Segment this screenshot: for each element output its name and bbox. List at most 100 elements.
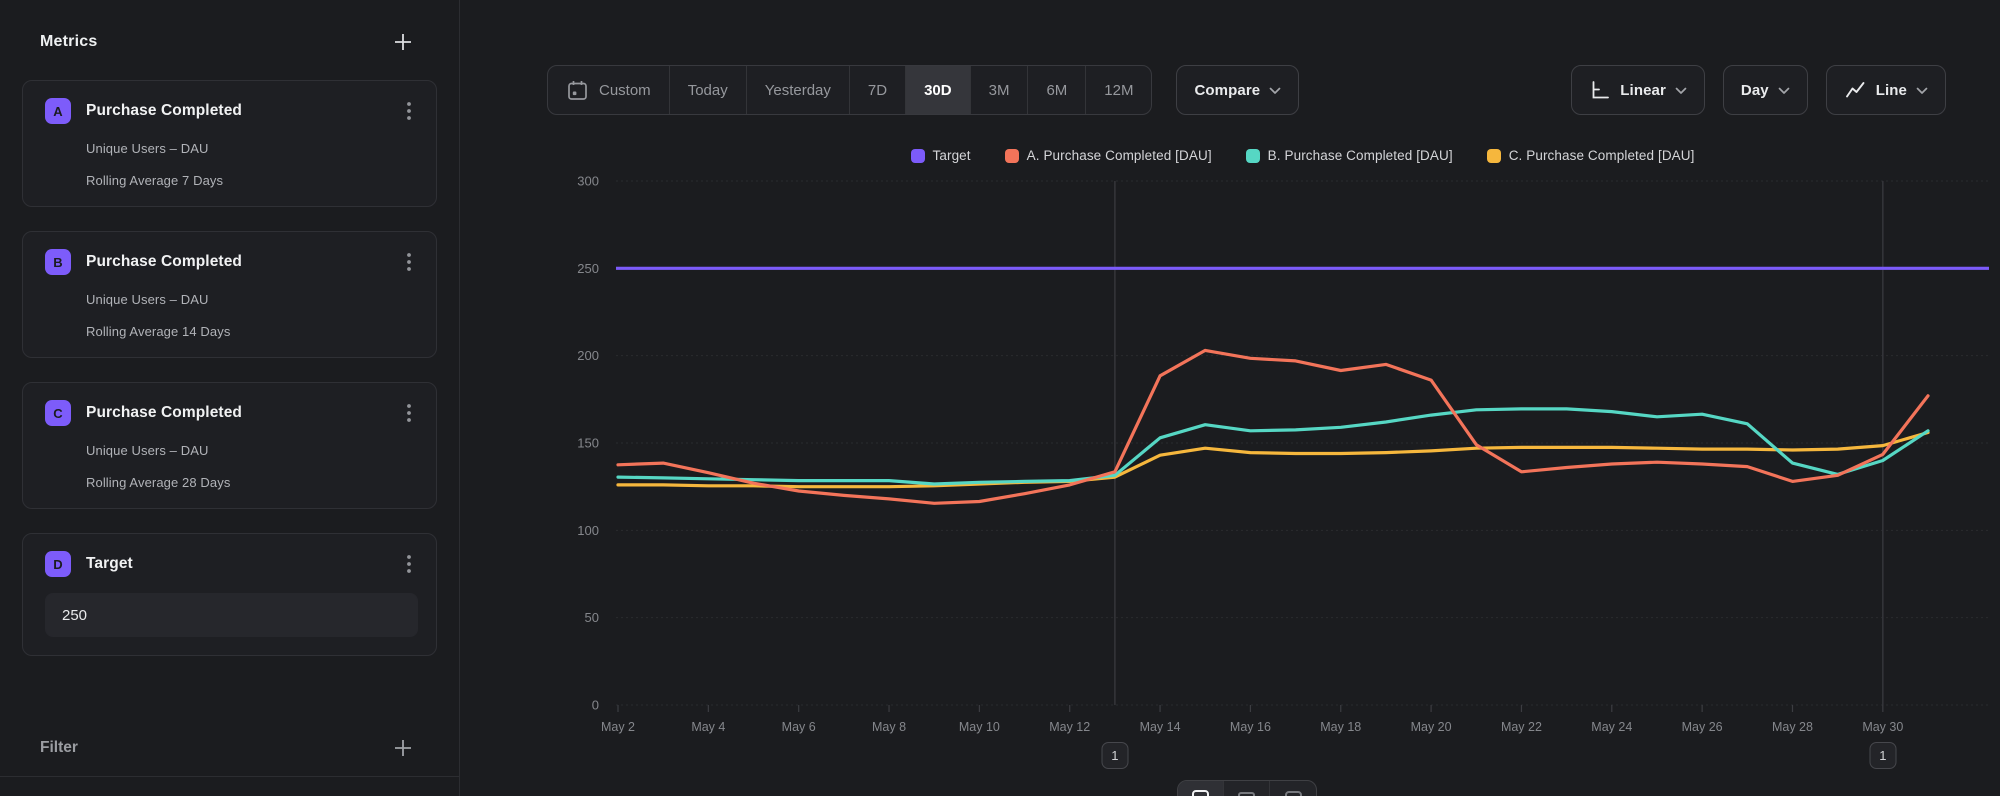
metric-menu-button[interactable] xyxy=(400,100,418,122)
metric-rolling-average: Rolling Average 28 Days xyxy=(86,475,418,490)
y-axis-label: 200 xyxy=(577,348,599,363)
scale-label: Linear xyxy=(1620,82,1666,99)
y-axis-label: 150 xyxy=(577,436,599,451)
compare-button[interactable]: Compare xyxy=(1176,65,1299,115)
range-label: 7D xyxy=(868,82,887,99)
target-card-title: Target xyxy=(86,555,400,573)
metric-menu-button[interactable] xyxy=(400,402,418,424)
metric-title: Purchase Completed xyxy=(86,253,400,271)
metric-measure: Unique Users – DAU xyxy=(86,292,418,307)
range-label: 30D xyxy=(924,82,952,99)
kebab-menu-icon xyxy=(400,251,418,273)
target-card-wrap: D Target xyxy=(0,533,459,680)
add-filter-button[interactable] xyxy=(391,736,415,760)
annotation-chip[interactable]: 1 xyxy=(1101,742,1128,769)
medium-rect-icon xyxy=(1285,791,1302,796)
chevron-down-icon xyxy=(1675,87,1687,95)
metric-measure: Unique Users – DAU xyxy=(86,141,418,156)
range-30d[interactable]: 30D xyxy=(906,66,971,114)
range-label: 12M xyxy=(1104,82,1133,99)
target-card: D Target xyxy=(22,533,437,656)
chevron-slot xyxy=(1269,82,1281,99)
metric-title: Purchase Completed xyxy=(86,102,400,120)
scale-select-button[interactable]: Linear xyxy=(1571,65,1705,115)
chart-size-small-button[interactable] xyxy=(1224,781,1270,796)
metric-card[interactable]: B Purchase Completed Unique Users – DAU … xyxy=(22,231,437,358)
range-custom[interactable]: Custom xyxy=(548,66,670,114)
line-chart[interactable]: 050100150200250300May 2May 4May 6May 8Ma… xyxy=(460,130,1999,796)
range-label: Yesterday xyxy=(765,82,831,99)
metric-badge: C xyxy=(45,400,71,426)
range-label: Custom xyxy=(599,82,651,99)
chevron-slot xyxy=(1778,82,1790,99)
range-3m[interactable]: 3M xyxy=(971,66,1029,114)
x-axis-label: May 26 xyxy=(1682,720,1723,734)
range-6m[interactable]: 6M xyxy=(1028,66,1086,114)
x-axis-label: May 10 xyxy=(959,720,1000,734)
x-axis-label: May 16 xyxy=(1230,720,1271,734)
range-label: 6M xyxy=(1046,82,1067,99)
chevron-down-icon xyxy=(1916,87,1928,95)
calendar-icon xyxy=(566,79,589,102)
sidebar-header: Metrics xyxy=(0,0,459,80)
x-axis-label: May 4 xyxy=(691,720,725,734)
chevron-slot xyxy=(1916,82,1928,99)
chevron-slot xyxy=(1675,82,1687,99)
range-today[interactable]: Today xyxy=(670,66,747,114)
line-chart-icon xyxy=(1844,79,1867,101)
chart-options-buttons: Linear Day Line xyxy=(1571,65,1946,115)
range-label: 3M xyxy=(989,82,1010,99)
series-line xyxy=(618,409,1928,484)
chart-type-select-button[interactable]: Line xyxy=(1826,65,1946,115)
range-12m[interactable]: 12M xyxy=(1086,66,1151,114)
compare-label: Compare xyxy=(1194,82,1260,99)
chevron-down-icon xyxy=(1778,87,1790,95)
add-metric-button[interactable] xyxy=(391,30,415,54)
kebab-menu-icon xyxy=(400,100,418,122)
filter-label: Filter xyxy=(40,739,78,757)
filter-section-header: Filter xyxy=(0,736,459,760)
metric-menu-button[interactable] xyxy=(400,251,418,273)
metric-card[interactable]: A Purchase Completed Unique Users – DAU … xyxy=(22,80,437,207)
interval-select-button[interactable]: Day xyxy=(1723,65,1808,115)
sidebar-footer xyxy=(0,776,459,796)
metric-badge: A xyxy=(45,98,71,124)
linear-axis-icon xyxy=(1589,79,1611,101)
range-7d[interactable]: 7D xyxy=(850,66,906,114)
annotation-chip[interactable]: 1 xyxy=(1869,742,1896,769)
kebab-menu-icon xyxy=(400,553,418,575)
series-line xyxy=(618,433,1928,487)
metric-rolling-average: Rolling Average 14 Days xyxy=(86,324,418,339)
interval-label: Day xyxy=(1741,82,1769,99)
x-axis-label: May 18 xyxy=(1320,720,1361,734)
y-axis-label: 0 xyxy=(592,698,599,713)
chart-size-large-button[interactable] xyxy=(1178,781,1224,796)
range-yesterday[interactable]: Yesterday xyxy=(747,66,850,114)
target-value-input[interactable] xyxy=(45,593,418,637)
date-range-segmented-control: Custom Today Yesterday 7D 30D 3M 6M 12M xyxy=(547,65,1152,115)
x-axis-label: May 2 xyxy=(601,720,635,734)
chevron-down-icon xyxy=(1269,87,1281,95)
metric-title: Purchase Completed xyxy=(86,404,400,422)
x-axis-label: May 20 xyxy=(1411,720,1452,734)
x-axis-label: May 24 xyxy=(1591,720,1632,734)
y-axis-label: 100 xyxy=(577,523,599,538)
chart-size-medium-button[interactable] xyxy=(1270,781,1316,796)
large-square-icon xyxy=(1192,790,1209,796)
x-axis-label: May 28 xyxy=(1772,720,1813,734)
x-axis-label: May 14 xyxy=(1140,720,1181,734)
range-label: Today xyxy=(688,82,728,99)
kebab-menu-icon xyxy=(400,402,418,424)
x-axis-label: May 6 xyxy=(782,720,816,734)
plus-icon xyxy=(391,30,415,54)
sidebar-title: Metrics xyxy=(40,33,97,51)
target-card-menu-button[interactable] xyxy=(400,553,418,575)
metric-rolling-average: Rolling Average 7 Days xyxy=(86,173,418,188)
x-axis-label: May 22 xyxy=(1501,720,1542,734)
metric-badge: D xyxy=(45,551,71,577)
chart-toolbar: Custom Today Yesterday 7D 30D 3M 6M 12M Compare… xyxy=(460,65,2000,115)
x-axis-label: May 30 xyxy=(1862,720,1903,734)
metric-badge: B xyxy=(45,249,71,275)
metric-card[interactable]: C Purchase Completed Unique Users – DAU … xyxy=(22,382,437,509)
metrics-sidebar: Metrics A Purchase Completed Unique User… xyxy=(0,0,460,796)
